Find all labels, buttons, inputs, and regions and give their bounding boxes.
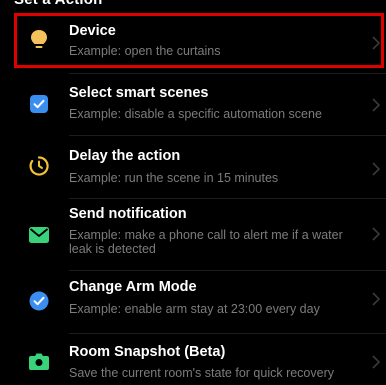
item-subtitle: Example: enable arm stay at 23:00 every …	[69, 302, 320, 316]
item-title: Select smart scenes	[69, 85, 209, 101]
chevron-right-icon	[372, 355, 381, 369]
clock-icon	[28, 155, 50, 177]
item-title: Delay the action	[69, 148, 181, 164]
item-title: Room Snapshot (Beta)	[69, 344, 226, 360]
item-subtitle: Example: run the scene in 15 minutes	[69, 171, 279, 185]
shield-check-icon	[28, 290, 50, 312]
list-item-delay-the-action[interactable]: Delay the action Example: run the scene …	[0, 141, 386, 196]
list-item-send-notification[interactable]: Send notification Example: make a phone …	[0, 203, 386, 270]
mail-icon	[28, 224, 50, 246]
item-subtitle: Example: make a phone call to alert me i…	[69, 228, 343, 256]
chevron-right-icon	[372, 162, 381, 176]
item-subtitle: Example: disable a specific automation s…	[69, 107, 322, 121]
checkbox-icon	[28, 93, 50, 115]
divider	[69, 270, 386, 271]
divider	[69, 198, 386, 199]
chevron-right-icon	[372, 98, 381, 112]
list-item-room-snapshot[interactable]: Room Snapshot (Beta) Save the current ro…	[0, 338, 386, 385]
divider	[69, 135, 386, 136]
chevron-right-icon	[372, 292, 381, 306]
list-item-select-smart-scenes[interactable]: Select smart scenes Example: disable a s…	[0, 79, 386, 134]
section-header: Set a Action	[14, 0, 103, 8]
item-title: Change Arm Mode	[69, 279, 197, 295]
divider	[69, 333, 386, 334]
item-title: Send notification	[69, 206, 187, 222]
chevron-right-icon	[372, 227, 381, 241]
selection-highlight	[14, 13, 384, 68]
list-item-change-arm-mode[interactable]: Change Arm Mode Example: enable arm stay…	[0, 276, 386, 331]
camera-icon	[28, 350, 50, 372]
item-subtitle: Save the current room's state for quick …	[69, 366, 334, 380]
divider	[69, 73, 386, 74]
